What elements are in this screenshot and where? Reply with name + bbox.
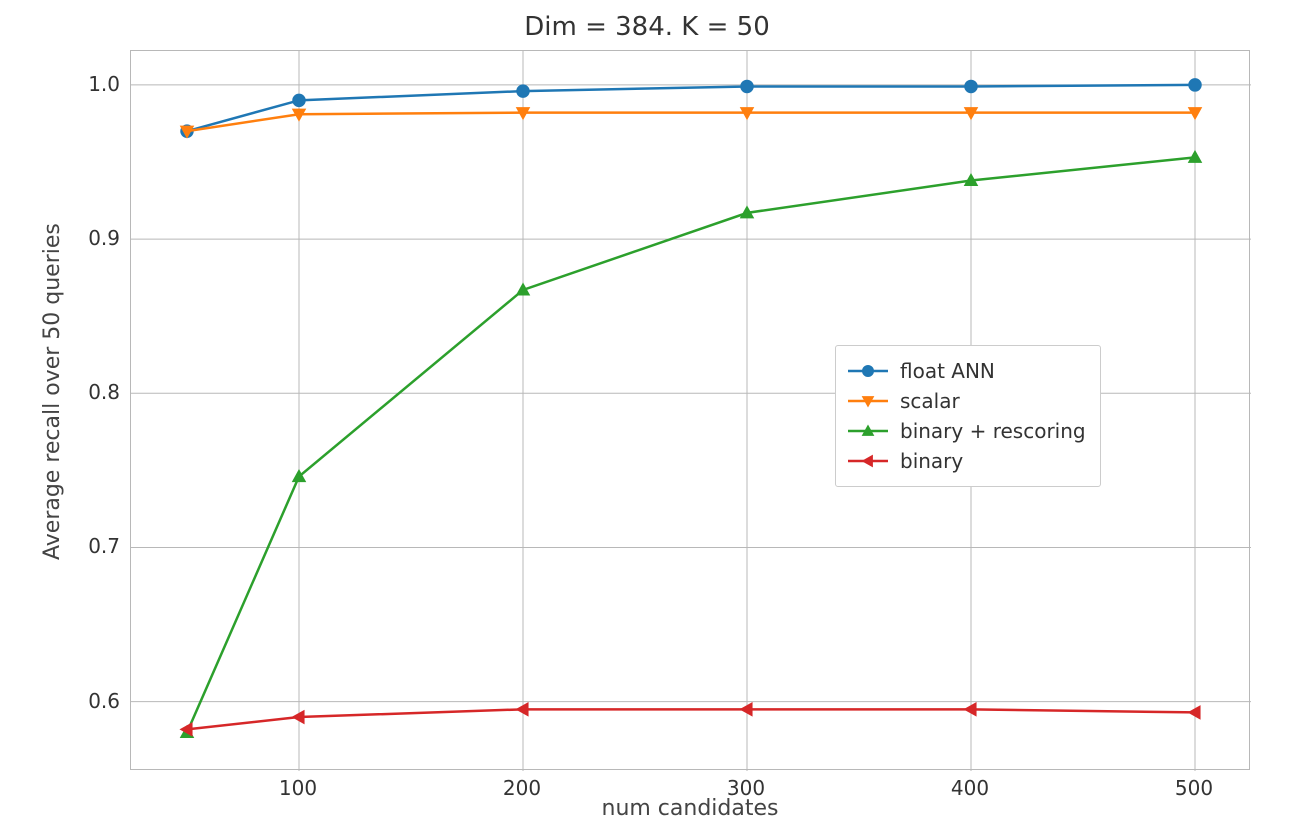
chart-container: Dim = 384. K = 50 float ANN scalar binary …	[0, 0, 1294, 824]
legend-label: binary	[900, 449, 963, 473]
legend-item: scalar	[846, 386, 1086, 416]
x-tick-label: 500	[1175, 776, 1213, 800]
series-binary	[181, 703, 1200, 735]
legend-label: float ANN	[900, 359, 995, 383]
legend-item: binary + rescoring	[846, 416, 1086, 446]
legend-swatch-icon	[846, 421, 890, 441]
legend-swatch-icon	[846, 361, 890, 381]
y-tick-label: 0.8	[50, 380, 120, 404]
legend-label: binary + rescoring	[900, 419, 1086, 443]
series-float-ANN	[181, 79, 1201, 137]
x-tick-label: 300	[727, 776, 765, 800]
y-tick-label: 1.0	[50, 72, 120, 96]
legend-swatch-icon	[846, 391, 890, 411]
chart-title: Dim = 384. K = 50	[0, 12, 1294, 42]
y-tick-label: 0.9	[50, 226, 120, 250]
y-tick-label: 0.7	[50, 534, 120, 558]
x-tick-label: 100	[279, 776, 317, 800]
x-tick-label: 400	[951, 776, 989, 800]
legend: float ANN scalar binary + rescoring binary	[835, 345, 1101, 487]
legend-item: binary	[846, 446, 1086, 476]
series-scalar	[181, 108, 1201, 137]
legend-item: float ANN	[846, 356, 1086, 386]
legend-swatch-icon	[846, 451, 890, 471]
y-tick-label: 0.6	[50, 689, 120, 713]
legend-label: scalar	[900, 389, 960, 413]
x-tick-label: 200	[503, 776, 541, 800]
